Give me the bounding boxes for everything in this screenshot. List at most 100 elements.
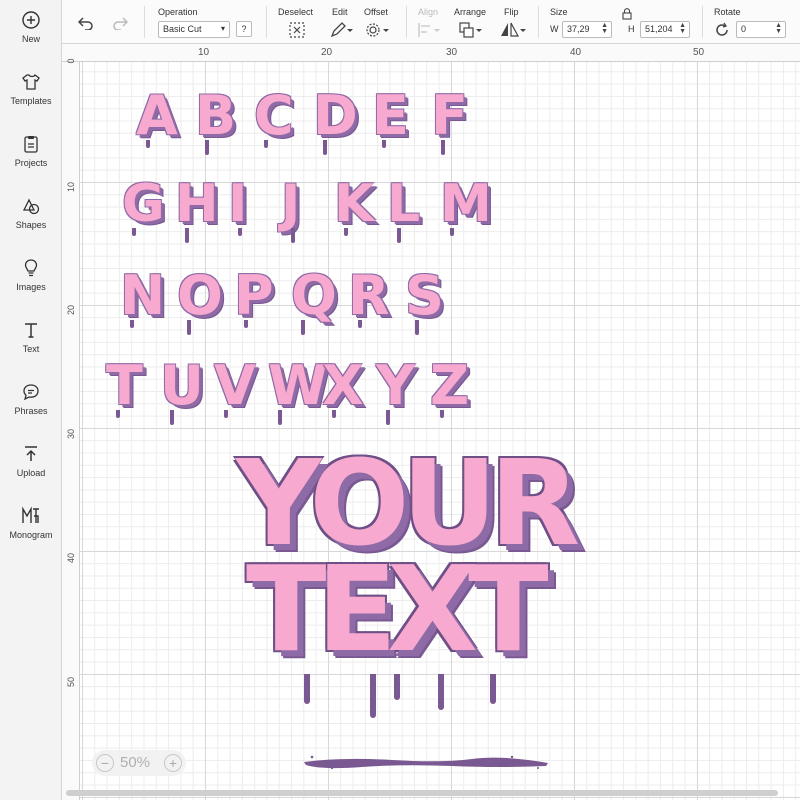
sidebar-item-phrases[interactable]: Phrases bbox=[0, 382, 62, 440]
operation-select[interactable]: Basic Cut ▾ bbox=[158, 21, 230, 38]
stepper-icon: ▲ ▼ bbox=[679, 22, 686, 35]
shapes-icon bbox=[22, 198, 40, 215]
design-space-app: New Templates Projects Shapes Images Tex… bbox=[0, 0, 800, 800]
flip-icon[interactable] bbox=[498, 21, 528, 39]
design-canvas[interactable]: A B C D E F G H I J K L M N O P Q R S T U V W X Y Z YOUR TEXT bbox=[80, 62, 800, 800]
paint-splatter-graphic bbox=[304, 755, 548, 770]
vertical-ruler: 0 10 20 30 40 50 bbox=[62, 59, 80, 800]
operation-value: Basic Cut bbox=[163, 24, 202, 34]
width-field[interactable]: 37,29 ▲ ▼ bbox=[562, 21, 612, 38]
lock-icon[interactable] bbox=[622, 8, 632, 20]
sidebar-item-images[interactable]: Images bbox=[0, 258, 62, 316]
sidebar-item-shapes[interactable]: Shapes bbox=[0, 196, 62, 254]
width-label: W bbox=[550, 24, 559, 34]
speech-bubble-icon bbox=[23, 384, 39, 401]
alphabet-letter: Y bbox=[376, 354, 416, 417]
operation-help-button[interactable]: ? bbox=[236, 21, 252, 37]
alphabet-letter: O bbox=[177, 264, 223, 327]
drip-shape bbox=[394, 674, 400, 700]
ruler-label: 50 bbox=[693, 47, 705, 58]
sidebar-item-label: New bbox=[21, 34, 40, 44]
sidebar-item-templates[interactable]: Templates bbox=[0, 72, 62, 130]
tshirt-icon bbox=[22, 74, 40, 90]
plus-circle-icon bbox=[22, 11, 40, 29]
ruler-label: 50 bbox=[66, 677, 76, 688]
ruler-label: 10 bbox=[198, 47, 210, 58]
sidebar-item-label: Images bbox=[16, 282, 46, 292]
help-label: ? bbox=[241, 24, 247, 34]
rotate-field[interactable]: 0 ▲ ▼ bbox=[736, 21, 786, 38]
ruler-label: 20 bbox=[66, 305, 76, 316]
drip-shape bbox=[332, 410, 336, 418]
monogram-icon bbox=[22, 506, 39, 523]
redo-icon[interactable] bbox=[112, 16, 128, 30]
alphabet-letter: G bbox=[122, 174, 165, 234]
drip-shape bbox=[185, 228, 189, 243]
height-field[interactable]: 51,204 ▲ ▼ bbox=[640, 21, 690, 38]
drip-shape bbox=[224, 410, 228, 418]
ruler-label: 30 bbox=[66, 429, 76, 440]
drip-shape bbox=[264, 140, 268, 148]
sidebar-item-new[interactable]: New bbox=[0, 10, 62, 68]
drip-shape bbox=[146, 140, 150, 148]
drip-shape bbox=[132, 228, 136, 236]
offset-label: Offset bbox=[364, 7, 388, 17]
alphabet-letter: E bbox=[372, 84, 409, 147]
sidebar-item-label: Phrases bbox=[14, 406, 48, 416]
sidebar-item-upload[interactable]: Upload bbox=[0, 444, 62, 502]
sidebar-item-label: Shapes bbox=[15, 220, 47, 230]
arrange-icon[interactable] bbox=[458, 21, 484, 39]
zoom-in-button[interactable]: + bbox=[164, 754, 182, 772]
sidebar-item-label: Text bbox=[22, 344, 40, 354]
drip-shape bbox=[130, 320, 134, 328]
sidebar-item-projects[interactable]: Projects bbox=[0, 134, 62, 192]
drip-shape bbox=[490, 674, 496, 704]
drip-shape bbox=[438, 674, 444, 710]
alphabet-letter: W bbox=[268, 354, 328, 417]
drip-shape bbox=[397, 228, 401, 243]
ruler-label: 0 bbox=[66, 58, 76, 64]
sidebar-item-monogram[interactable]: Monogram bbox=[0, 506, 62, 564]
deselect-icon[interactable] bbox=[288, 21, 306, 39]
ruler-label: 30 bbox=[446, 47, 458, 58]
drip-shape bbox=[278, 410, 282, 425]
alphabet-letter: F bbox=[431, 84, 468, 147]
rotate-value: 0 bbox=[741, 24, 747, 34]
sidebar-item-label: Projects bbox=[14, 158, 48, 168]
drip-shape bbox=[440, 410, 444, 418]
sidebar-item-label: Upload bbox=[16, 468, 46, 478]
horizontal-scrollbar[interactable] bbox=[66, 790, 778, 796]
zoom-out-button[interactable]: − bbox=[96, 754, 114, 772]
left-sidebar: New Templates Projects Shapes Images Tex… bbox=[0, 0, 62, 800]
alphabet-letter: Z bbox=[430, 354, 470, 417]
alphabet-letter: R bbox=[348, 264, 390, 327]
drip-shape bbox=[170, 410, 174, 425]
drip-shape bbox=[415, 320, 419, 335]
drip-shape bbox=[205, 140, 209, 155]
clipboard-icon bbox=[24, 136, 38, 153]
alphabet-letter: U bbox=[160, 354, 204, 417]
drip-shape bbox=[386, 410, 390, 425]
drip-shape bbox=[116, 410, 120, 418]
sidebar-item-text[interactable]: Text bbox=[0, 320, 62, 378]
horizontal-ruler: 10 20 30 40 50 bbox=[62, 44, 800, 62]
ruler-label: 40 bbox=[66, 553, 76, 564]
offset-icon[interactable] bbox=[364, 21, 390, 39]
align-label: Align bbox=[418, 7, 439, 17]
height-label: H bbox=[628, 24, 635, 34]
alphabet-letter: T bbox=[106, 354, 143, 417]
alphabet-letter: B bbox=[195, 84, 237, 147]
rotate-title: Rotate bbox=[714, 7, 741, 17]
drip-shape bbox=[238, 228, 242, 236]
zoom-control: − 50% + bbox=[92, 750, 186, 776]
alphabet-letter: H bbox=[175, 174, 219, 234]
undo-icon[interactable] bbox=[78, 16, 94, 30]
align-icon[interactable] bbox=[416, 21, 442, 39]
lightbulb-icon bbox=[24, 259, 38, 277]
alphabet-letter: Q bbox=[291, 264, 337, 327]
drip-shape bbox=[382, 140, 386, 148]
alphabet-letter: K bbox=[334, 174, 375, 234]
alphabet-letter: N bbox=[120, 264, 166, 327]
edit-pen-icon[interactable] bbox=[330, 21, 354, 39]
drip-shape bbox=[304, 674, 310, 704]
